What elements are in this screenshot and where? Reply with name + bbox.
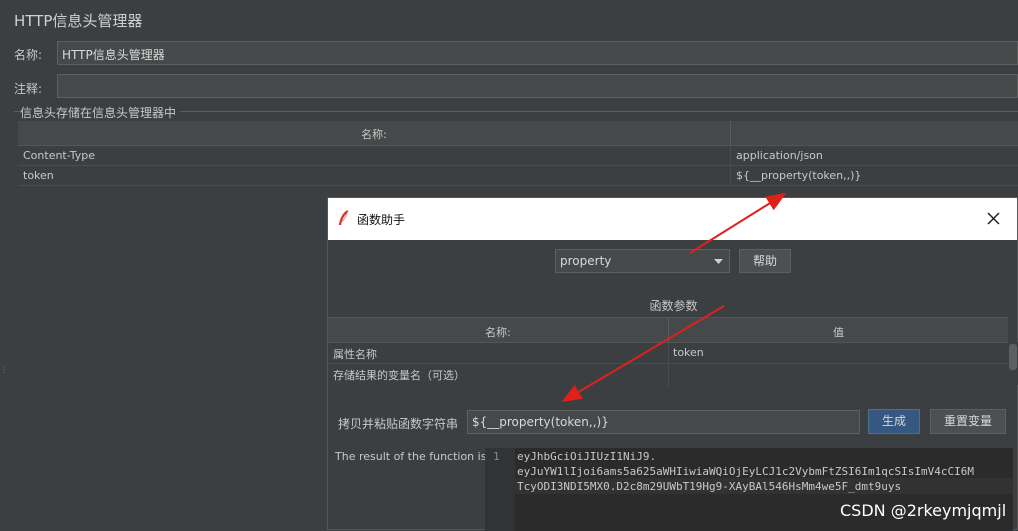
- header-value-cell: ${__property(token,,)}: [736, 169, 862, 182]
- function-helper-dialog: 函数助手 property 帮助 函数参数 名称: 值 属性名称 token 存…: [327, 197, 1018, 531]
- param-value-cell[interactable]: token: [673, 346, 704, 359]
- comment-field[interactable]: [57, 74, 1018, 98]
- watermark: CSDN @2rkeymjqmjl: [840, 501, 1007, 520]
- result-line: eyJuYW1lIjoi6ams5a625aWHIiwiaWQiOjEyLCJ1…: [517, 465, 974, 478]
- copy-label: 拷贝并粘贴函数字符串: [338, 417, 459, 431]
- chevron-down-icon: [714, 259, 723, 264]
- param-name-cell: 存储结果的变量名（可选）: [333, 369, 465, 382]
- column-divider: [730, 146, 731, 186]
- result-label: The result of the function is: [335, 450, 487, 463]
- function-select-value: property: [560, 254, 612, 268]
- line-number-gutter: [485, 448, 515, 531]
- header-value-cell: application/json: [736, 149, 823, 162]
- generate-button[interactable]: 生成: [868, 409, 920, 434]
- column-header-name[interactable]: 名称:: [328, 324, 668, 340]
- name-label: 名称:: [14, 48, 43, 62]
- result-line: eyJhbGciOiJIUzI1NiJ9.: [517, 450, 657, 463]
- line-number: 1: [493, 450, 500, 463]
- reset-variables-button[interactable]: 重置变量: [930, 409, 1006, 434]
- name-field[interactable]: HTTP信息头管理器: [57, 41, 1018, 65]
- close-icon[interactable]: [987, 212, 1000, 225]
- header-name-cell: token: [23, 169, 54, 182]
- feather-icon: [338, 210, 349, 226]
- table-row[interactable]: Content-Type application/json: [18, 146, 1018, 166]
- column-header-name[interactable]: 名称:: [18, 126, 730, 142]
- function-string-field[interactable]: ${__property(token,,)}: [467, 410, 860, 434]
- scrollbar-thumb[interactable]: [1009, 344, 1017, 370]
- splitter-handle[interactable]: ⋮: [0, 366, 8, 380]
- comment-label: 注释:: [14, 82, 43, 96]
- column-header-value[interactable]: 值: [669, 324, 1008, 340]
- dialog-titlebar[interactable]: 函数助手: [328, 198, 1017, 240]
- header-name-cell: Content-Type: [23, 149, 95, 162]
- page-title: HTTP信息头管理器: [14, 12, 143, 30]
- result-line: TcyODI3NDI5MX0.D2c8m29UWbT19Hg9-XAyBAl54…: [517, 480, 902, 493]
- column-divider: [668, 343, 669, 386]
- row-divider: [18, 185, 1018, 186]
- function-select[interactable]: property: [555, 249, 730, 273]
- help-button[interactable]: 帮助: [739, 249, 791, 273]
- group-label: 信息头存储在信息头管理器中: [20, 104, 181, 121]
- column-divider: [730, 121, 731, 145]
- dialog-title: 函数助手: [357, 213, 406, 227]
- params-scrollbar[interactable]: [1008, 342, 1018, 385]
- table-row[interactable]: token ${__property(token,,)}: [18, 166, 1018, 186]
- param-name-cell: 属性名称: [333, 348, 377, 361]
- params-label: 函数参数: [649, 299, 698, 313]
- params-table-header: 名称: 值: [328, 318, 1008, 343]
- headers-table-header: 名称:: [18, 121, 1018, 146]
- params-table: 名称: 值 属性名称 token 存储结果的变量名（可选）: [328, 317, 1008, 386]
